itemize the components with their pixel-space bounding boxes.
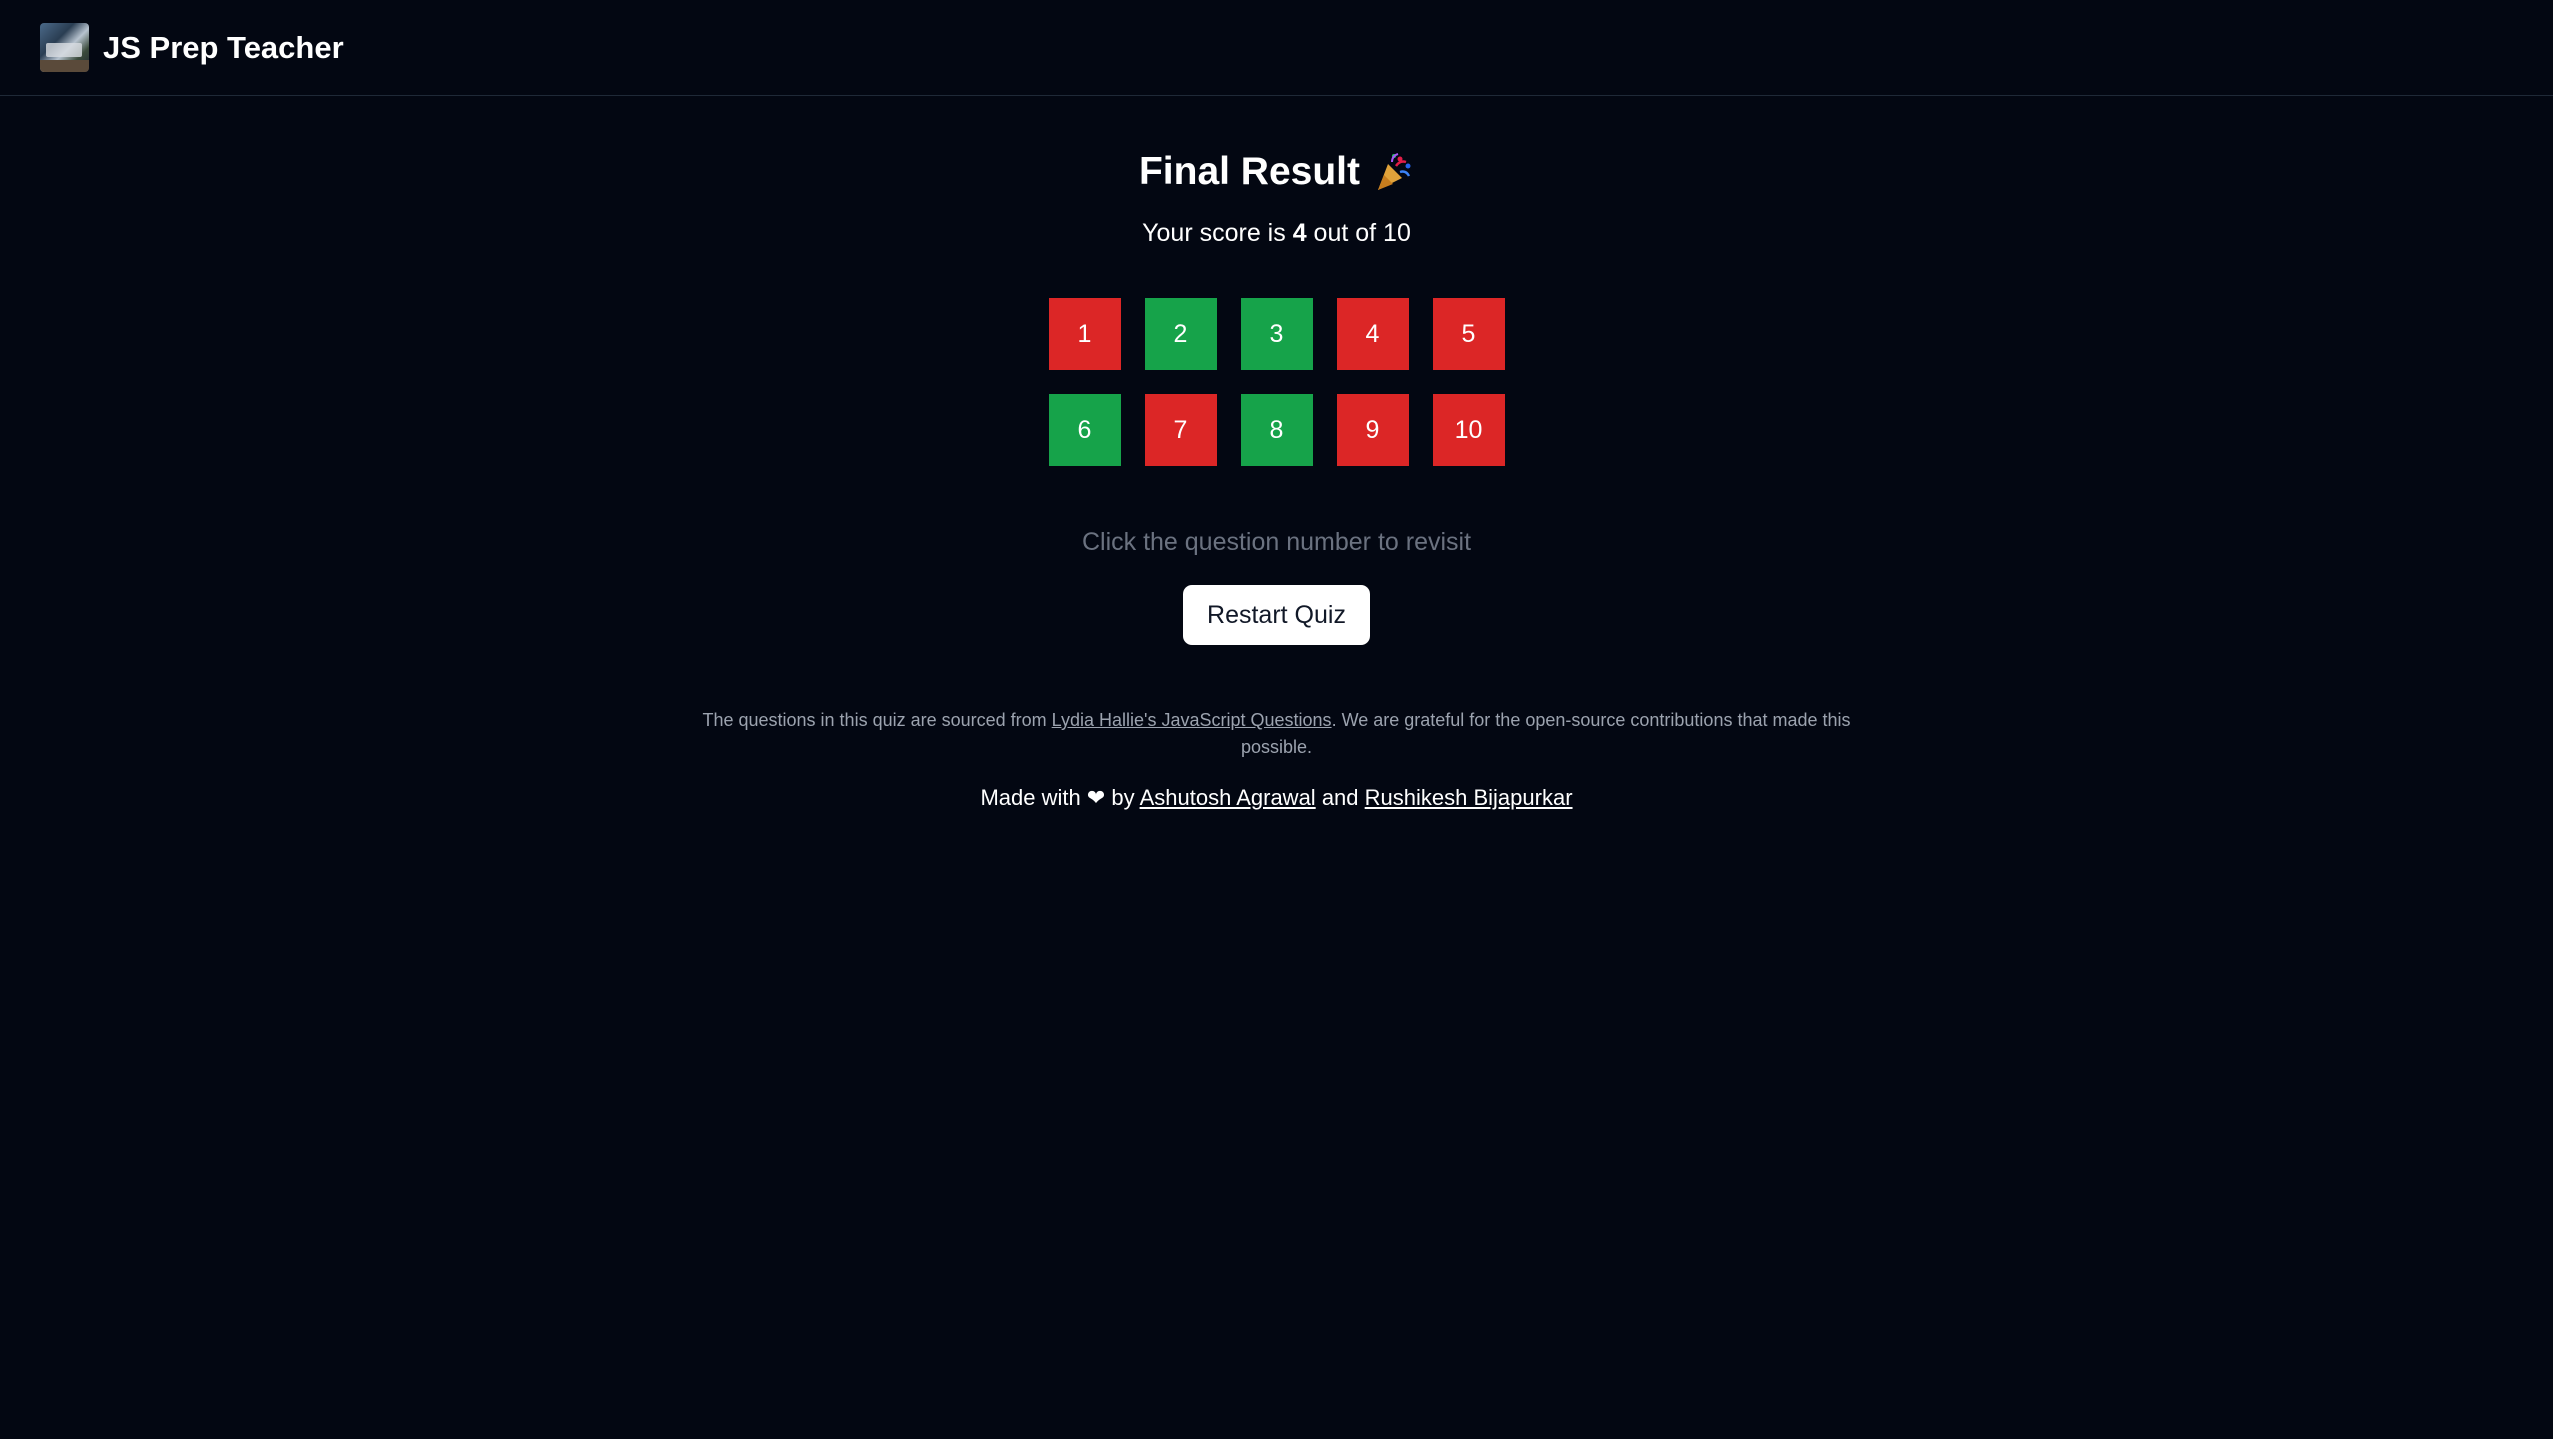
heart-icon: ❤ — [1086, 785, 1106, 810]
result-panel: Final Result Your score is 4 out of 10 1… — [0, 96, 2553, 811]
question-2-button[interactable]: 2 — [1144, 298, 1217, 370]
source-credit: The questions in this quiz are sourced f… — [677, 707, 1877, 761]
question-10-button[interactable]: 10 — [1432, 394, 1505, 466]
question-5-button[interactable]: 5 — [1432, 298, 1505, 370]
credit-suffix: . We are grateful for the open-source co… — [1240, 710, 1851, 757]
party-popper-icon — [1378, 153, 1411, 190]
page-title: Final Result — [1138, 150, 1361, 193]
question-3-button[interactable]: 3 — [1240, 298, 1313, 370]
question-1-button[interactable]: 1 — [1048, 298, 1121, 370]
question-4-button[interactable]: 4 — [1336, 298, 1409, 370]
app-logo[interactable] — [40, 23, 89, 72]
question-grid: 1 2 3 4 5 6 7 8 9 10 — [1048, 298, 1505, 466]
source-link[interactable]: Lydia Hallie's JavaScript Questions — [1052, 710, 1332, 730]
made-with-by: by — [1111, 785, 1135, 810]
author-link-rushikesh[interactable]: Rushikesh Bijapurkar — [1365, 785, 1573, 810]
question-9-button[interactable]: 9 — [1336, 394, 1409, 466]
credit-prefix: The questions in this quiz are sourced f… — [702, 710, 1047, 730]
made-with-and: and — [1321, 785, 1359, 810]
score-suffix: out of 10 — [1313, 219, 1411, 247]
author-link-ashutosh[interactable]: Ashutosh Agrawal — [1140, 785, 1316, 810]
title-row: Final Result — [1139, 147, 1414, 197]
revisit-hint: Click the question number to revisit — [1081, 528, 1472, 556]
score-value: 4 — [1292, 219, 1307, 247]
app-name[interactable]: JS Prep Teacher — [103, 30, 344, 66]
question-6-button[interactable]: 6 — [1048, 394, 1121, 466]
score-prefix: Your score is — [1142, 219, 1286, 247]
question-7-button[interactable]: 7 — [1144, 394, 1217, 466]
made-with-line: Made with ❤ by Ashutosh Agrawal and Rush… — [980, 785, 1572, 811]
made-with-prefix: Made with — [980, 785, 1081, 810]
score-summary: Your score is 4 out of 10 — [1142, 219, 1411, 248]
app-header: JS Prep Teacher — [0, 0, 2553, 96]
restart-quiz-button[interactable]: Restart Quiz — [1183, 585, 1370, 645]
question-8-button[interactable]: 8 — [1240, 394, 1313, 466]
